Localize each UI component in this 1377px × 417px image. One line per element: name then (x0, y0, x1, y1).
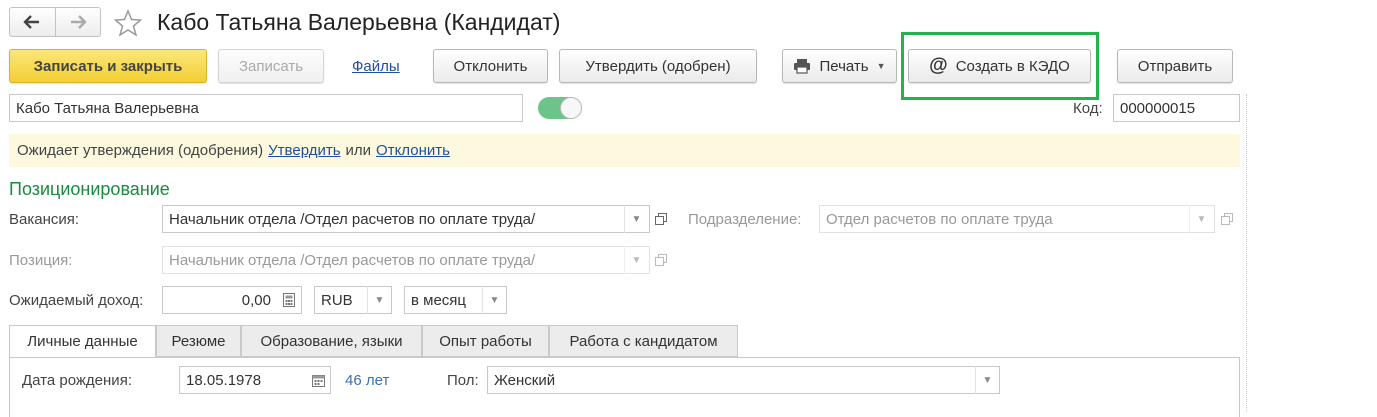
approval-notice-banner: Ожидает утверждения (одобрения) Утвердит… (9, 134, 1240, 167)
save-button[interactable]: Записать (218, 49, 324, 83)
department-open-button[interactable] (1216, 205, 1238, 233)
open-window-icon (1221, 213, 1233, 225)
printer-icon (794, 59, 811, 74)
chevron-down-icon: ▼ (876, 61, 886, 71)
print-label: Печать (819, 57, 869, 75)
reject-link[interactable]: Отклонить (376, 142, 450, 159)
nav-buttons (9, 7, 101, 37)
vacancy-label: Вакансия: (9, 211, 80, 228)
save-and-close-button[interactable]: Записать и закрыть (9, 49, 207, 83)
vacancy-input[interactable]: Начальник отдела /Отдел расчетов по опла… (162, 205, 650, 233)
income-value: 0,00 (241, 291, 271, 309)
gender-select[interactable]: Женский (487, 366, 1000, 394)
arrow-right-icon (70, 15, 87, 29)
position-open-button[interactable] (650, 246, 672, 274)
chevron-down-icon: ▼ (1196, 213, 1207, 225)
notice-text: Ожидает утверждения (одобрения) (17, 142, 264, 159)
open-window-icon (655, 213, 667, 225)
favorite-star-icon[interactable] (113, 9, 143, 37)
tab-candidate-work[interactable]: Работа с кандидатом (549, 325, 738, 357)
right-divider (1246, 94, 1247, 412)
position-dropdown-button[interactable]: ▼ (624, 246, 648, 274)
files-link[interactable]: Файлы (352, 58, 400, 75)
tab-education-languages[interactable]: Образование, языки (241, 325, 422, 357)
window-title: Кабо Татьяна Валерьевна (Кандидат) (157, 9, 561, 35)
age-text: 46 лет (345, 372, 390, 389)
approve-link[interactable]: Утвердить (268, 142, 340, 159)
department-dropdown-button[interactable]: ▼ (1189, 205, 1213, 233)
approve-button[interactable]: Утвердить (одобрен) (559, 49, 757, 83)
code-input[interactable]: 000000015 (1113, 94, 1240, 122)
position-input[interactable]: Начальник отдела /Отдел расчетов по опла… (162, 246, 650, 274)
send-button[interactable]: Отправить (1117, 49, 1233, 83)
calendar-icon (311, 374, 325, 387)
arrow-left-icon (23, 15, 40, 29)
create-in-kedo-label: Создать в КЭДО (955, 57, 1070, 75)
chevron-down-icon: ▼ (631, 254, 642, 266)
tab-personal-data[interactable]: Личные данные (9, 325, 156, 358)
chevron-down-icon: ▼ (489, 294, 500, 306)
toggle-knob (560, 97, 582, 119)
name-input[interactable]: Кабо Татьяна Валерьевна (9, 94, 523, 122)
print-button[interactable]: Печать ▼ (782, 49, 897, 83)
vacancy-open-button[interactable] (650, 205, 672, 233)
calculator-button[interactable] (278, 286, 300, 314)
chevron-down-icon: ▼ (374, 294, 385, 306)
department-input[interactable]: Отдел расчетов по оплате труда (819, 205, 1215, 233)
code-label: Код: (1073, 100, 1103, 117)
period-dropdown-button[interactable]: ▼ (482, 286, 506, 314)
department-label: Подразделение: (688, 211, 802, 228)
notice-or: или (345, 142, 372, 159)
reject-button[interactable]: Отклонить (433, 49, 548, 83)
chevron-down-icon: ▼ (982, 374, 993, 386)
currency-dropdown-button[interactable]: ▼ (367, 286, 391, 314)
calculator-icon (283, 293, 295, 307)
active-toggle[interactable] (538, 97, 582, 119)
at-sign-icon: @ (929, 55, 948, 76)
calendar-button[interactable] (307, 366, 329, 394)
gender-dropdown-button[interactable]: ▼ (975, 366, 999, 394)
section-title-positioning: Позиционирование (9, 179, 170, 199)
create-in-kedo-button[interactable]: @ Создать в КЭДО (908, 49, 1091, 83)
income-label: Ожидаемый доход: (9, 292, 144, 309)
open-window-icon (655, 254, 667, 266)
forward-button[interactable] (56, 8, 101, 36)
back-button[interactable] (10, 8, 56, 36)
tab-resume[interactable]: Резюме (156, 325, 241, 357)
gender-label: Пол: (447, 372, 479, 389)
vacancy-dropdown-button[interactable]: ▼ (624, 205, 648, 233)
chevron-down-icon: ▼ (631, 213, 642, 225)
position-label: Позиция: (9, 252, 73, 269)
birth-date-label: Дата рождения: (22, 372, 132, 389)
tab-work-experience[interactable]: Опыт работы (422, 325, 549, 357)
